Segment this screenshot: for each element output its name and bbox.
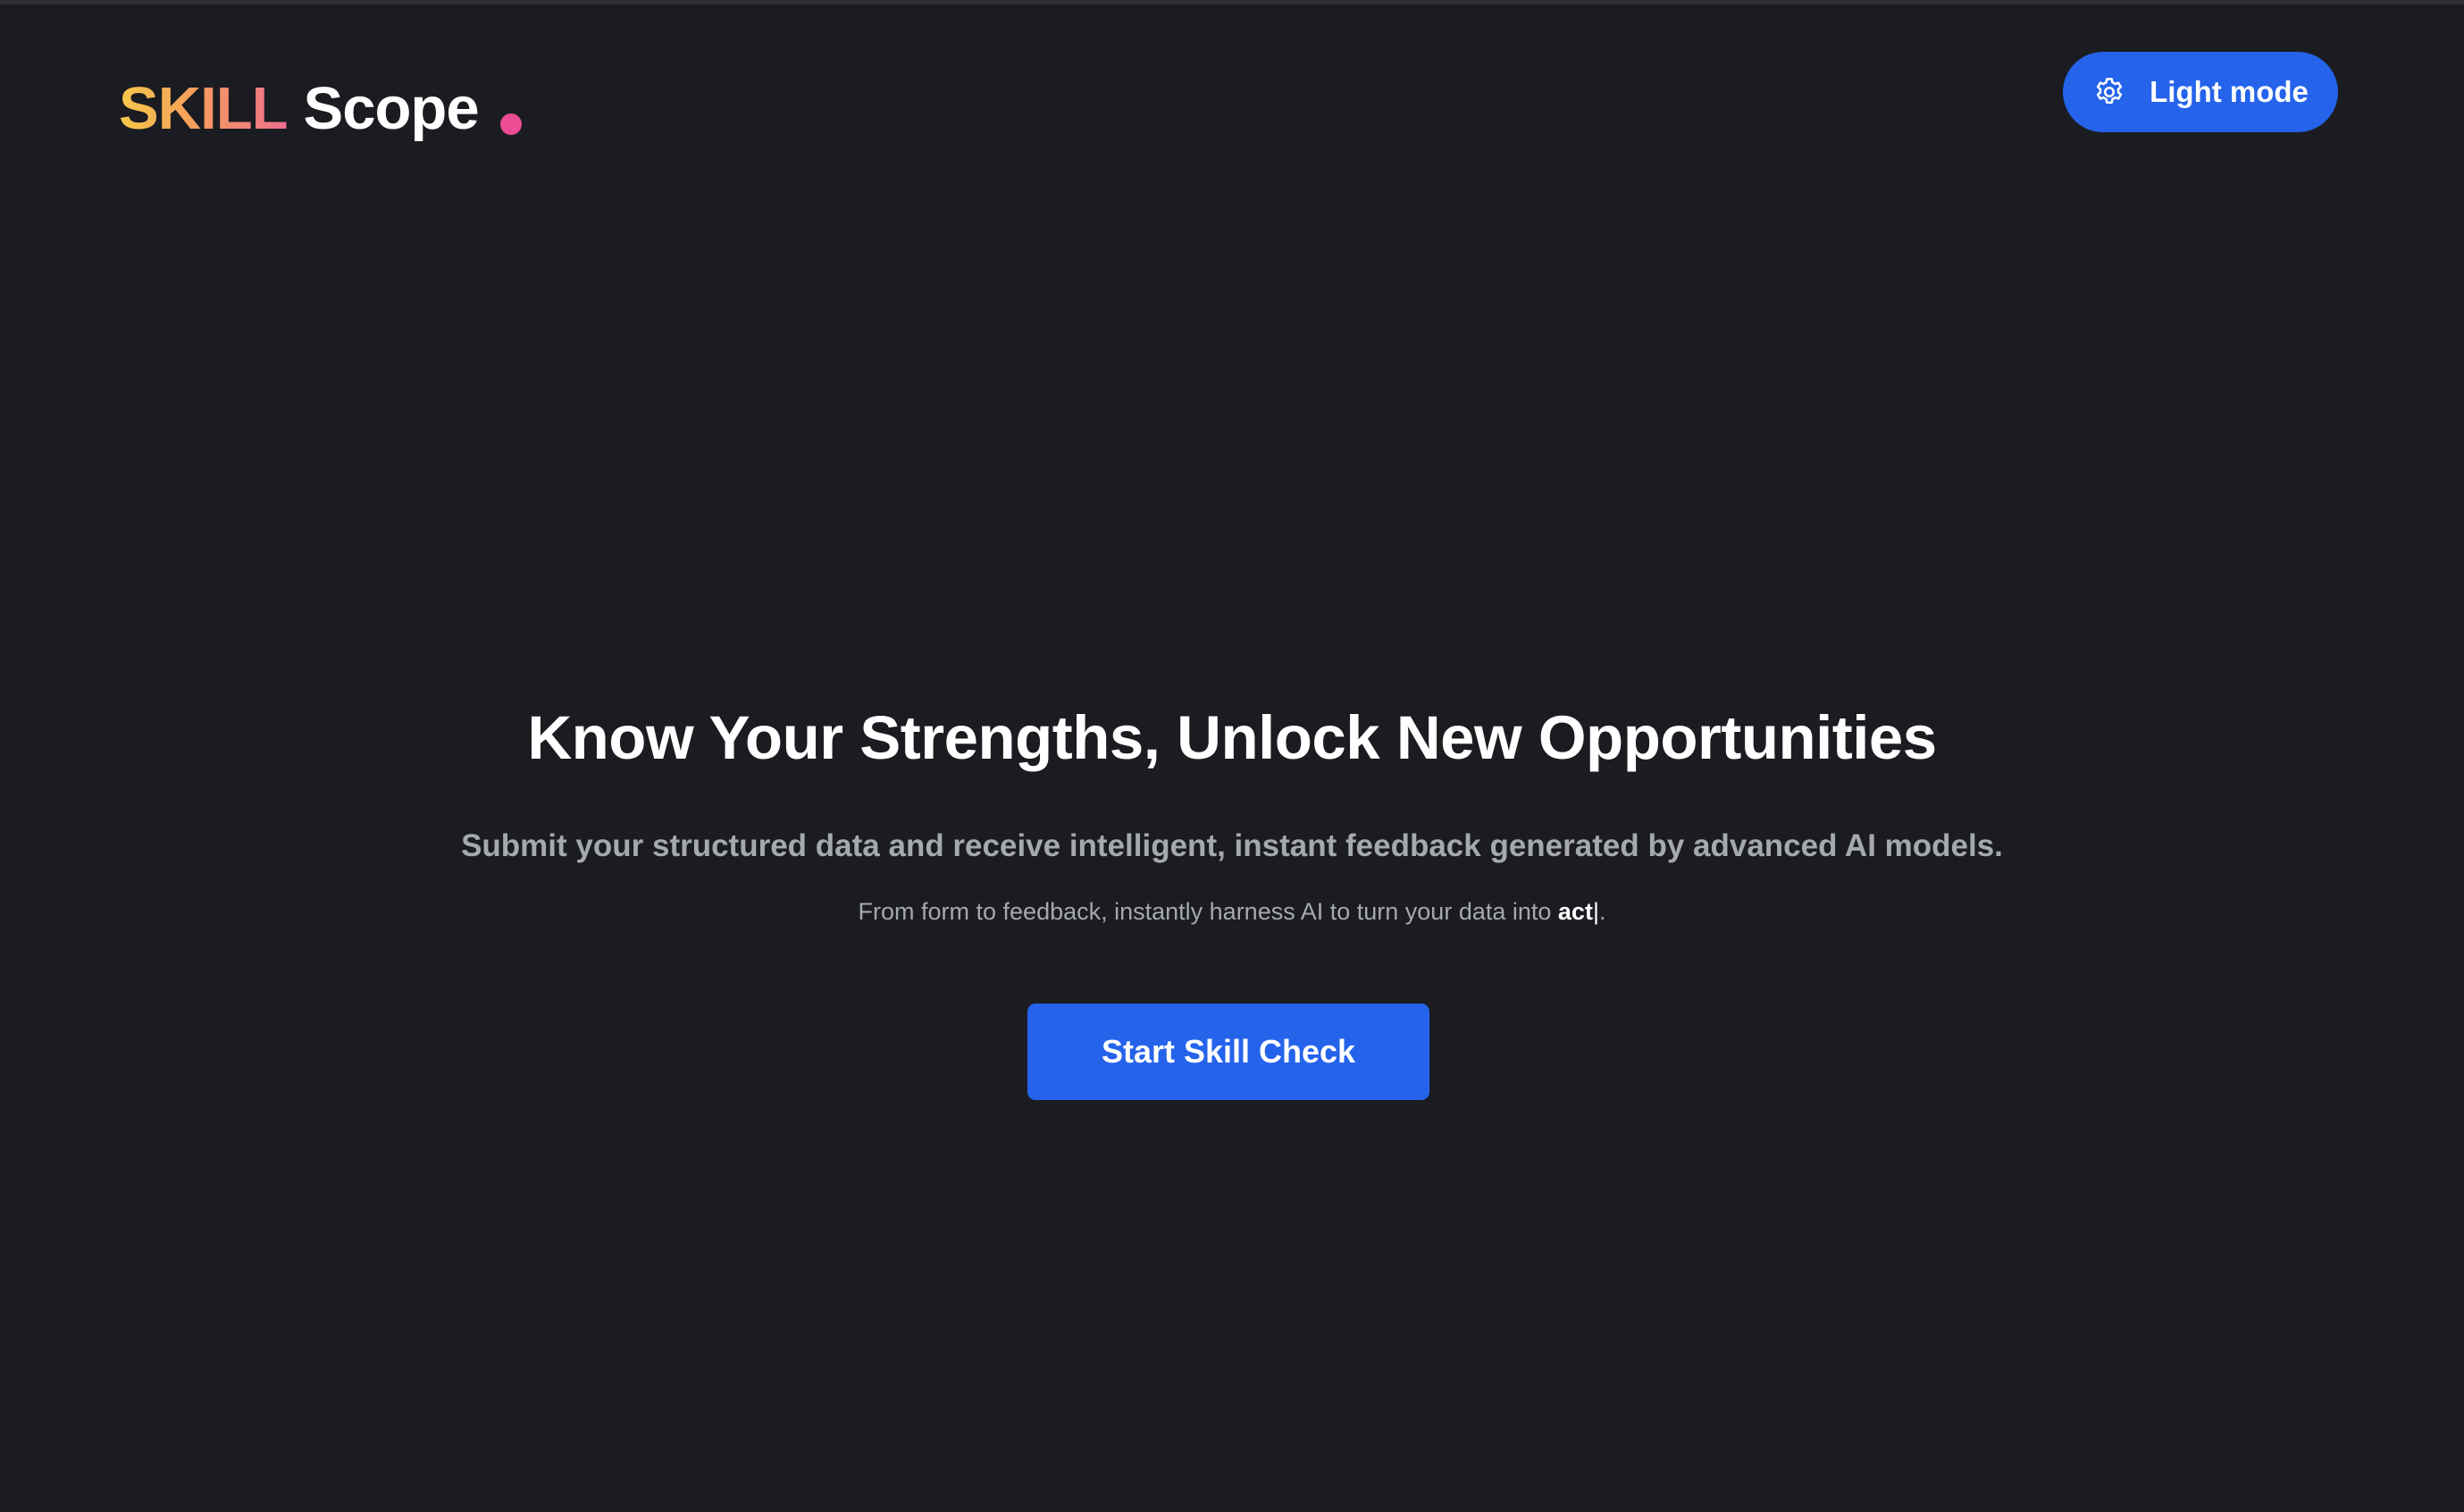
gear-icon	[2092, 75, 2126, 109]
theme-toggle-label: Light mode	[2150, 75, 2309, 108]
hero-title: Know Your Strengths, Unlock New Opportun…	[527, 703, 1937, 772]
landing-page: SKILL Scope Light mode Know Your Strengt…	[0, 0, 2464, 1512]
tagline-suffix: .	[1598, 897, 1606, 925]
logo-skill-text: SKILL	[119, 75, 289, 142]
logo-dot	[499, 113, 522, 135]
logo[interactable]: SKILL Scope	[119, 58, 522, 139]
hero-section: Know Your Strengths, Unlock New Opportun…	[0, 701, 2464, 926]
hero-tagline: From form to feedback, instantly harness…	[0, 897, 2464, 926]
theme-toggle-button[interactable]: Light mode	[2063, 52, 2338, 132]
typing-caret: |	[1592, 897, 1599, 925]
start-skill-check-button[interactable]: Start Skill Check	[1027, 1004, 1429, 1100]
tagline-typed-word: act	[1557, 897, 1593, 925]
hero-subtitle: Submit your structured data and receive …	[461, 827, 2003, 863]
tagline-prefix: From form to feedback, instantly harness…	[858, 897, 1558, 925]
logo-scope-text: Scope	[303, 75, 480, 142]
